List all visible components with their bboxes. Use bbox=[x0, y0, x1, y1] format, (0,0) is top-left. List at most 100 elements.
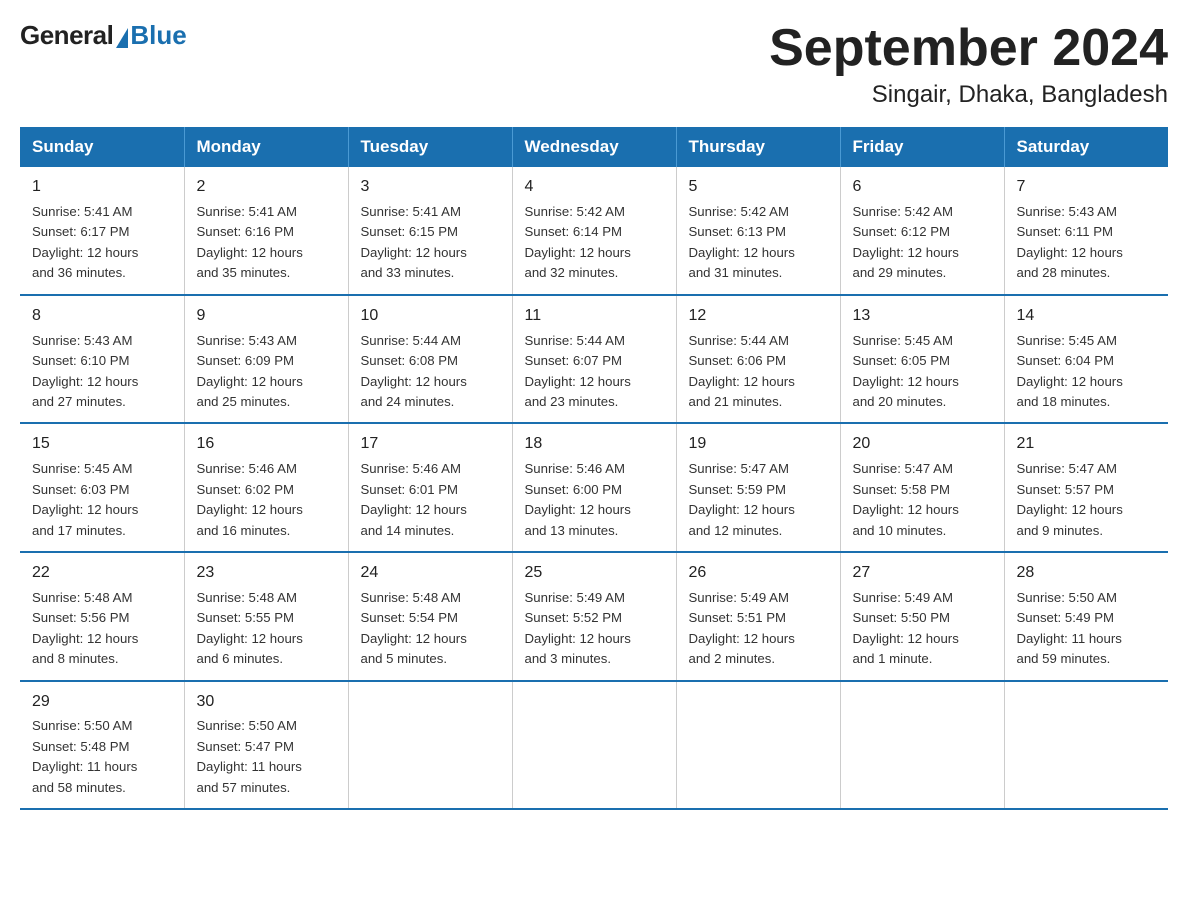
day-number: 25 bbox=[525, 561, 666, 586]
day-number: 6 bbox=[853, 175, 994, 200]
logo-blue-text: Blue bbox=[130, 20, 186, 51]
day-number: 11 bbox=[525, 304, 666, 329]
calendar-header-row: Sunday Monday Tuesday Wednesday Thursday… bbox=[20, 127, 1168, 167]
header-wednesday: Wednesday bbox=[512, 127, 676, 167]
day-number: 21 bbox=[1017, 432, 1159, 457]
calendar-day-cell: 24Sunrise: 5:48 AMSunset: 5:54 PMDayligh… bbox=[348, 552, 512, 681]
day-info: Sunrise: 5:48 AMSunset: 5:56 PMDaylight:… bbox=[32, 588, 174, 670]
day-info: Sunrise: 5:43 AMSunset: 6:11 PMDaylight:… bbox=[1017, 202, 1159, 284]
calendar-day-cell bbox=[676, 681, 840, 810]
calendar-day-cell: 8Sunrise: 5:43 AMSunset: 6:10 PMDaylight… bbox=[20, 295, 184, 424]
day-info: Sunrise: 5:47 AMSunset: 5:58 PMDaylight:… bbox=[853, 459, 994, 541]
header-monday: Monday bbox=[184, 127, 348, 167]
day-number: 3 bbox=[361, 175, 502, 200]
calendar-day-cell: 10Sunrise: 5:44 AMSunset: 6:08 PMDayligh… bbox=[348, 295, 512, 424]
day-info: Sunrise: 5:47 AMSunset: 5:57 PMDaylight:… bbox=[1017, 459, 1159, 541]
calendar-day-cell: 14Sunrise: 5:45 AMSunset: 6:04 PMDayligh… bbox=[1004, 295, 1168, 424]
day-info: Sunrise: 5:48 AMSunset: 5:55 PMDaylight:… bbox=[197, 588, 338, 670]
day-number: 19 bbox=[689, 432, 830, 457]
day-info: Sunrise: 5:45 AMSunset: 6:04 PMDaylight:… bbox=[1017, 331, 1159, 413]
day-number: 17 bbox=[361, 432, 502, 457]
calendar-week-row: 15Sunrise: 5:45 AMSunset: 6:03 PMDayligh… bbox=[20, 423, 1168, 552]
day-info: Sunrise: 5:42 AMSunset: 6:14 PMDaylight:… bbox=[525, 202, 666, 284]
day-info: Sunrise: 5:44 AMSunset: 6:06 PMDaylight:… bbox=[689, 331, 830, 413]
day-number: 13 bbox=[853, 304, 994, 329]
day-number: 26 bbox=[689, 561, 830, 586]
calendar-day-cell: 3Sunrise: 5:41 AMSunset: 6:15 PMDaylight… bbox=[348, 167, 512, 295]
calendar-day-cell: 2Sunrise: 5:41 AMSunset: 6:16 PMDaylight… bbox=[184, 167, 348, 295]
calendar-week-row: 29Sunrise: 5:50 AMSunset: 5:48 PMDayligh… bbox=[20, 681, 1168, 810]
day-number: 5 bbox=[689, 175, 830, 200]
calendar-day-cell: 29Sunrise: 5:50 AMSunset: 5:48 PMDayligh… bbox=[20, 681, 184, 810]
day-info: Sunrise: 5:49 AMSunset: 5:51 PMDaylight:… bbox=[689, 588, 830, 670]
day-info: Sunrise: 5:50 AMSunset: 5:49 PMDaylight:… bbox=[1017, 588, 1159, 670]
day-number: 1 bbox=[32, 175, 174, 200]
page-header: General Blue September 2024 Singair, Dha… bbox=[20, 20, 1168, 109]
calendar-title: September 2024 bbox=[769, 20, 1168, 77]
calendar-day-cell: 30Sunrise: 5:50 AMSunset: 5:47 PMDayligh… bbox=[184, 681, 348, 810]
calendar-day-cell: 4Sunrise: 5:42 AMSunset: 6:14 PMDaylight… bbox=[512, 167, 676, 295]
calendar-week-row: 1Sunrise: 5:41 AMSunset: 6:17 PMDaylight… bbox=[20, 167, 1168, 295]
calendar-day-cell: 23Sunrise: 5:48 AMSunset: 5:55 PMDayligh… bbox=[184, 552, 348, 681]
header-friday: Friday bbox=[840, 127, 1004, 167]
calendar-day-cell: 26Sunrise: 5:49 AMSunset: 5:51 PMDayligh… bbox=[676, 552, 840, 681]
day-number: 18 bbox=[525, 432, 666, 457]
calendar-day-cell: 13Sunrise: 5:45 AMSunset: 6:05 PMDayligh… bbox=[840, 295, 1004, 424]
calendar-day-cell: 25Sunrise: 5:49 AMSunset: 5:52 PMDayligh… bbox=[512, 552, 676, 681]
header-tuesday: Tuesday bbox=[348, 127, 512, 167]
calendar-day-cell: 9Sunrise: 5:43 AMSunset: 6:09 PMDaylight… bbox=[184, 295, 348, 424]
calendar-table: Sunday Monday Tuesday Wednesday Thursday… bbox=[20, 127, 1168, 810]
calendar-day-cell: 21Sunrise: 5:47 AMSunset: 5:57 PMDayligh… bbox=[1004, 423, 1168, 552]
day-number: 23 bbox=[197, 561, 338, 586]
day-number: 9 bbox=[197, 304, 338, 329]
calendar-day-cell: 22Sunrise: 5:48 AMSunset: 5:56 PMDayligh… bbox=[20, 552, 184, 681]
day-info: Sunrise: 5:49 AMSunset: 5:52 PMDaylight:… bbox=[525, 588, 666, 670]
day-info: Sunrise: 5:44 AMSunset: 6:07 PMDaylight:… bbox=[525, 331, 666, 413]
day-number: 30 bbox=[197, 690, 338, 715]
logo: General Blue bbox=[20, 20, 187, 51]
day-number: 2 bbox=[197, 175, 338, 200]
calendar-week-row: 8Sunrise: 5:43 AMSunset: 6:10 PMDaylight… bbox=[20, 295, 1168, 424]
calendar-day-cell: 12Sunrise: 5:44 AMSunset: 6:06 PMDayligh… bbox=[676, 295, 840, 424]
calendar-day-cell bbox=[512, 681, 676, 810]
calendar-day-cell: 11Sunrise: 5:44 AMSunset: 6:07 PMDayligh… bbox=[512, 295, 676, 424]
calendar-week-row: 22Sunrise: 5:48 AMSunset: 5:56 PMDayligh… bbox=[20, 552, 1168, 681]
day-info: Sunrise: 5:47 AMSunset: 5:59 PMDaylight:… bbox=[689, 459, 830, 541]
day-number: 8 bbox=[32, 304, 174, 329]
header-saturday: Saturday bbox=[1004, 127, 1168, 167]
day-info: Sunrise: 5:50 AMSunset: 5:48 PMDaylight:… bbox=[32, 716, 174, 798]
day-number: 24 bbox=[361, 561, 502, 586]
day-number: 12 bbox=[689, 304, 830, 329]
calendar-subtitle: Singair, Dhaka, Bangladesh bbox=[769, 81, 1168, 109]
calendar-day-cell: 6Sunrise: 5:42 AMSunset: 6:12 PMDaylight… bbox=[840, 167, 1004, 295]
day-info: Sunrise: 5:48 AMSunset: 5:54 PMDaylight:… bbox=[361, 588, 502, 670]
day-number: 7 bbox=[1017, 175, 1159, 200]
calendar-day-cell bbox=[348, 681, 512, 810]
header-thursday: Thursday bbox=[676, 127, 840, 167]
day-number: 15 bbox=[32, 432, 174, 457]
day-number: 22 bbox=[32, 561, 174, 586]
calendar-day-cell: 27Sunrise: 5:49 AMSunset: 5:50 PMDayligh… bbox=[840, 552, 1004, 681]
day-number: 20 bbox=[853, 432, 994, 457]
calendar-day-cell: 15Sunrise: 5:45 AMSunset: 6:03 PMDayligh… bbox=[20, 423, 184, 552]
day-info: Sunrise: 5:45 AMSunset: 6:05 PMDaylight:… bbox=[853, 331, 994, 413]
logo-general-text: General bbox=[20, 20, 113, 51]
day-info: Sunrise: 5:41 AMSunset: 6:16 PMDaylight:… bbox=[197, 202, 338, 284]
day-info: Sunrise: 5:42 AMSunset: 6:13 PMDaylight:… bbox=[689, 202, 830, 284]
day-number: 29 bbox=[32, 690, 174, 715]
day-number: 10 bbox=[361, 304, 502, 329]
day-number: 4 bbox=[525, 175, 666, 200]
calendar-day-cell: 5Sunrise: 5:42 AMSunset: 6:13 PMDaylight… bbox=[676, 167, 840, 295]
calendar-day-cell: 16Sunrise: 5:46 AMSunset: 6:02 PMDayligh… bbox=[184, 423, 348, 552]
day-info: Sunrise: 5:41 AMSunset: 6:17 PMDaylight:… bbox=[32, 202, 174, 284]
day-info: Sunrise: 5:43 AMSunset: 6:10 PMDaylight:… bbox=[32, 331, 174, 413]
day-number: 14 bbox=[1017, 304, 1159, 329]
day-info: Sunrise: 5:46 AMSunset: 6:02 PMDaylight:… bbox=[197, 459, 338, 541]
day-number: 28 bbox=[1017, 561, 1159, 586]
day-info: Sunrise: 5:41 AMSunset: 6:15 PMDaylight:… bbox=[361, 202, 502, 284]
day-info: Sunrise: 5:46 AMSunset: 6:00 PMDaylight:… bbox=[525, 459, 666, 541]
calendar-day-cell: 18Sunrise: 5:46 AMSunset: 6:00 PMDayligh… bbox=[512, 423, 676, 552]
calendar-day-cell bbox=[840, 681, 1004, 810]
calendar-day-cell: 17Sunrise: 5:46 AMSunset: 6:01 PMDayligh… bbox=[348, 423, 512, 552]
day-info: Sunrise: 5:50 AMSunset: 5:47 PMDaylight:… bbox=[197, 716, 338, 798]
